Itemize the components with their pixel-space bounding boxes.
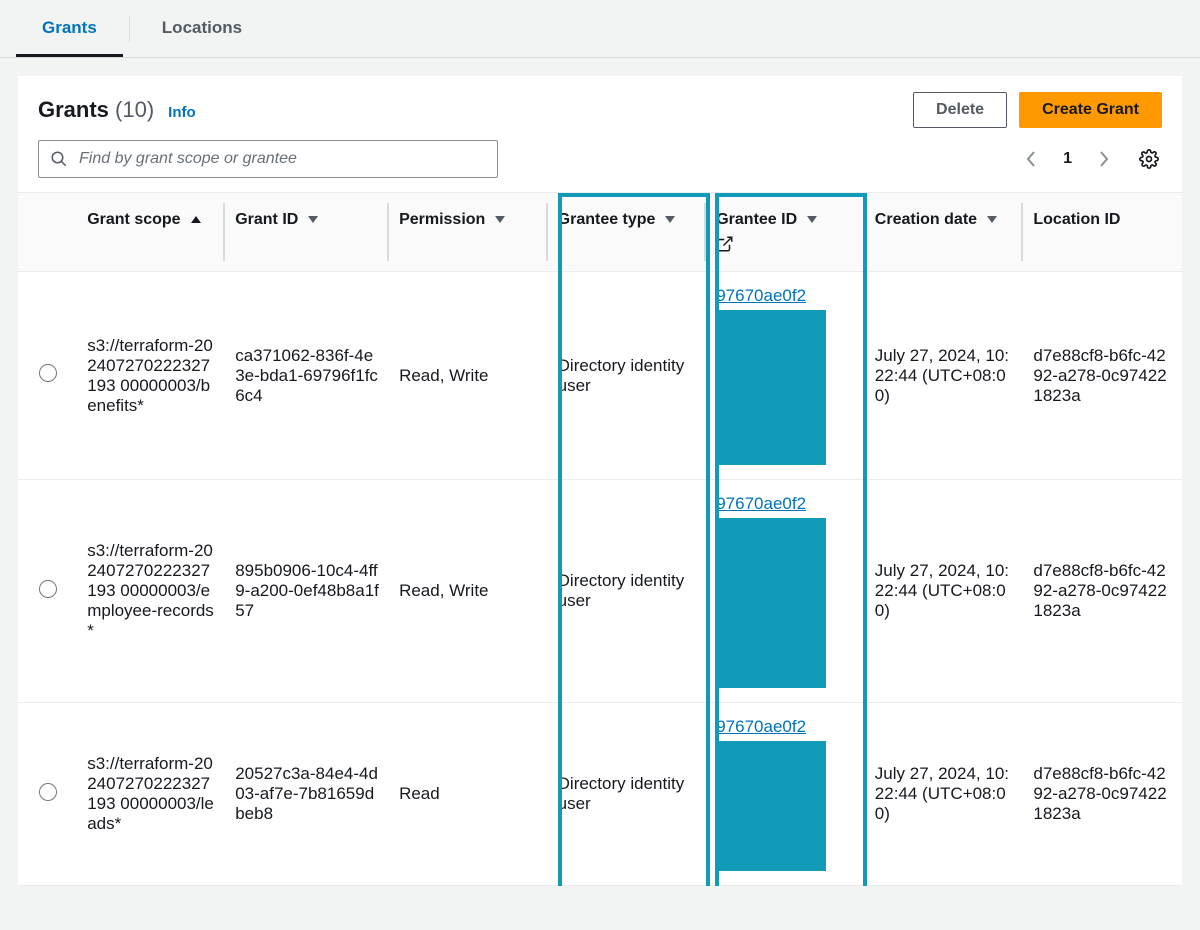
cell-grantee-id: 97670ae0f2 [706, 703, 865, 886]
tabs-bar: Grants Locations [0, 0, 1200, 58]
sort-up-icon [191, 216, 201, 223]
col-location-id-label: Location ID [1033, 211, 1120, 229]
row-select-radio[interactable] [39, 364, 57, 382]
cell-location-id: d7e88cf8-b6fc-4292-a278-0c974221823a [1023, 272, 1182, 480]
grantee-id-link[interactable]: 97670ae0f2 [716, 494, 806, 513]
redacted-grantee-id [716, 741, 826, 871]
cell-permission: Read, Write [389, 480, 548, 703]
cell-scope: s3://terraform-202407270222327193 000000… [77, 272, 225, 480]
toolbar: 1 [18, 140, 1182, 192]
page-title-text: Grants [38, 97, 109, 122]
cell-creation-date: July 27, 2024, 10:22:44 (UTC+08:00) [865, 703, 1024, 886]
cell-grant-id: ca371062-836f-4e3e-bda1-69796f1fc6c4 [225, 272, 389, 480]
tab-grants[interactable]: Grants [16, 0, 123, 57]
gear-icon [1139, 149, 1159, 169]
cell-creation-date: July 27, 2024, 10:22:44 (UTC+08:00) [865, 480, 1024, 703]
col-select [18, 193, 77, 272]
table-row: s3://terraform-202407270222327193 000000… [18, 480, 1182, 703]
cell-creation-date: July 27, 2024, 10:22:44 (UTC+08:00) [865, 272, 1024, 480]
grants-table: Grant scope Grant ID [18, 193, 1182, 886]
info-link[interactable]: Info [168, 104, 196, 121]
chevron-right-icon [1098, 150, 1110, 168]
cell-grantee-type: Directory identity user [548, 272, 707, 480]
cell-grantee-id: 97670ae0f2 [706, 480, 865, 703]
grantee-id-link[interactable]: 97670ae0f2 [716, 286, 806, 305]
col-grantee-id[interactable]: Grantee ID [706, 193, 865, 272]
search-icon [50, 150, 68, 168]
col-location-id[interactable]: Location ID [1023, 193, 1182, 272]
row-select-radio[interactable] [39, 783, 57, 801]
sort-icon [665, 216, 675, 223]
table-header-row: Grant scope Grant ID [18, 193, 1182, 272]
redacted-grantee-id [716, 518, 826, 688]
search-input[interactable] [38, 140, 498, 178]
cell-grantee-type: Directory identity user [548, 480, 707, 703]
col-permission[interactable]: Permission [389, 193, 548, 272]
cell-scope: s3://terraform-202407270222327193 000000… [77, 703, 225, 886]
page-count: (10) [115, 97, 154, 122]
col-creation-date-label: Creation date [875, 211, 977, 229]
delete-button[interactable]: Delete [913, 92, 1007, 128]
next-page-button[interactable] [1092, 147, 1116, 171]
external-link-icon [716, 235, 734, 253]
grants-panel: Grants (10) Info Delete Create Grant 1 [18, 76, 1182, 886]
sort-icon [807, 216, 817, 223]
sort-icon [495, 216, 505, 223]
page-number: 1 [1057, 150, 1078, 168]
redacted-grantee-id [716, 310, 826, 465]
panel-title-wrap: Grants (10) Info [38, 97, 196, 123]
cell-grant-id: 20527c3a-84e4-4d03-af7e-7b81659dbeb8 [225, 703, 389, 886]
col-grant-id[interactable]: Grant ID [225, 193, 389, 272]
table-wrap: Grant scope Grant ID [18, 192, 1182, 886]
cell-grant-id: 895b0906-10c4-4ff9-a200-0ef48b8a1f57 [225, 480, 389, 703]
row-select-radio[interactable] [39, 580, 57, 598]
settings-button[interactable] [1136, 146, 1162, 172]
chevron-left-icon [1025, 150, 1037, 168]
sort-icon [308, 216, 318, 223]
tab-locations[interactable]: Locations [136, 0, 268, 57]
col-grantee-type[interactable]: Grantee type [548, 193, 707, 272]
grantee-id-link[interactable]: 97670ae0f2 [716, 717, 806, 736]
col-grantee-type-label: Grantee type [558, 211, 656, 229]
cell-location-id: d7e88cf8-b6fc-4292-a278-0c974221823a [1023, 703, 1182, 886]
cell-grantee-id: 97670ae0f2 [706, 272, 865, 480]
col-creation-date[interactable]: Creation date [865, 193, 1024, 272]
cell-scope: s3://terraform-202407270222327193 000000… [77, 480, 225, 703]
page-title: Grants (10) [38, 97, 154, 123]
toolbar-right: 1 [1019, 146, 1162, 172]
table-row: s3://terraform-202407270222327193 000000… [18, 703, 1182, 886]
cell-location-id: d7e88cf8-b6fc-4292-a278-0c974221823a [1023, 480, 1182, 703]
sort-icon [987, 216, 997, 223]
table-row: s3://terraform-202407270222327193 000000… [18, 272, 1182, 480]
col-permission-label: Permission [399, 211, 485, 229]
cell-permission: Read, Write [389, 272, 548, 480]
panel-actions: Delete Create Grant [913, 92, 1162, 128]
cell-grantee-type: Directory identity user [548, 703, 707, 886]
col-grant-id-label: Grant ID [235, 211, 298, 229]
col-grantee-id-label: Grantee ID [716, 211, 797, 228]
prev-page-button[interactable] [1019, 147, 1043, 171]
create-grant-button[interactable]: Create Grant [1019, 92, 1162, 128]
col-grant-scope[interactable]: Grant scope [77, 193, 225, 272]
col-grant-scope-label: Grant scope [87, 211, 180, 229]
search-wrap [38, 140, 498, 178]
cell-permission: Read [389, 703, 548, 886]
tab-divider [129, 16, 130, 42]
panel-header: Grants (10) Info Delete Create Grant [18, 76, 1182, 140]
